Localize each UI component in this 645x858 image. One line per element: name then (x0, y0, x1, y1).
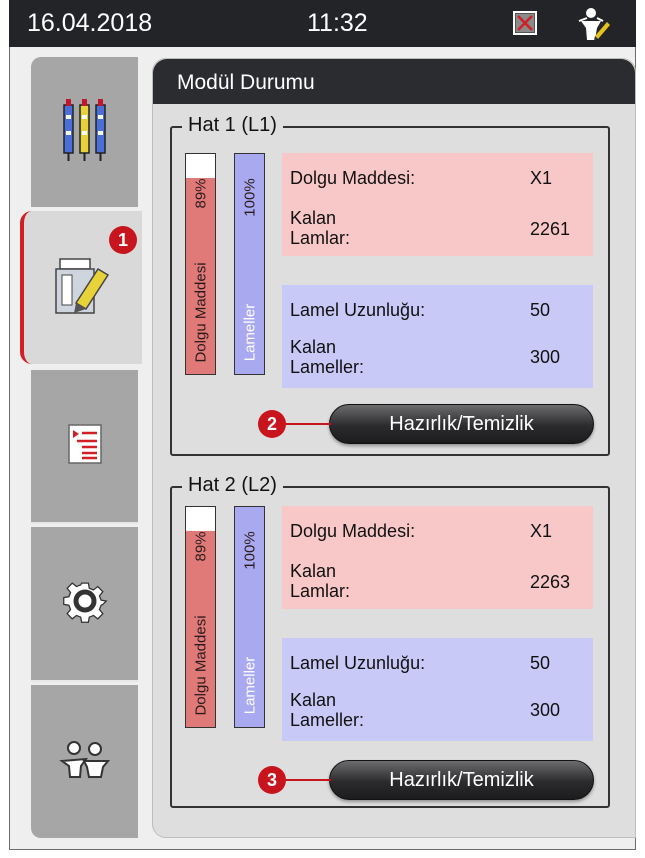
line-1-remaining-coverslips-label-1: Kalan (290, 337, 337, 357)
status-bar: 16.04.2018 11:32 (9, 0, 636, 47)
line-2-coverslip-length-value: 50 (530, 653, 551, 673)
line-1-coverslip-length-value: 50 (530, 300, 551, 320)
line-2-remaining-coverslips-label-1: Kalan (290, 690, 337, 710)
reagent-vials-icon (60, 97, 110, 168)
status-time: 11:32 (307, 9, 368, 37)
line-1-title: Hat 1 (L1) (182, 114, 283, 137)
callout-3: 3 (258, 766, 286, 794)
user-group-icon (58, 739, 111, 784)
line-1-coverslip-info: Lamel Uzunluğu: 50 Kalan Lameller: 300 (282, 285, 593, 388)
sidebar-item-settings[interactable] (31, 527, 138, 680)
line-1-mounting-medium-label: Dolgu Maddesi: (290, 168, 416, 188)
sidebar-divider (31, 522, 138, 524)
callout-1: 1 (109, 226, 137, 254)
line-1-remaining-slides-value: 2261 (530, 219, 571, 239)
line-2-remaining-slides-label-2: Lamlar: (290, 581, 351, 601)
panel-title: Modül Durumu (153, 59, 635, 104)
line-2-coverslip-bar: 100% Lameller (234, 506, 265, 728)
line-1-remaining-slides-label-2: Lamlar: (290, 228, 351, 248)
line-1-mounting-info: Dolgu Maddesi: X1 Kalan Lamlar: 2261 (282, 153, 593, 256)
line-2-coverslip-info: Lamel Uzunluğu: 50 Kalan Lameller: 300 (282, 638, 593, 741)
callout-2: 2 (258, 410, 286, 438)
line-1-prepare-clean-button[interactable]: Hazırlık/Temizlik (329, 404, 594, 444)
line-2-coverslip-length-label: Lamel Uzunluğu: (290, 653, 426, 673)
line-2-coverslip-label: Lameller (241, 656, 258, 715)
gear-icon (62, 578, 108, 629)
line-1-remaining-coverslips-label-2: Lameller: (290, 357, 365, 377)
line-2-remaining-coverslips-label-2: Lameller: (290, 710, 365, 730)
line-2-prepare-clean-button[interactable]: Hazırlık/Temizlik (329, 760, 594, 800)
callout-2-line (285, 423, 331, 425)
sidebar-divider (31, 680, 138, 682)
user-edit-icon[interactable] (575, 6, 611, 47)
sidebar-item-users[interactable] (31, 685, 138, 838)
line-1-coverslip-length-label: Lamel Uzunluğu: (290, 300, 426, 320)
line-1-mounting-percent: 89% (192, 178, 209, 209)
line-2-remaining-slides-label-1: Kalan (290, 561, 337, 581)
sidebar-item-reagents[interactable] (31, 57, 138, 207)
line-2-mounting-percent: 89% (192, 531, 209, 562)
line-2-remaining-coverslips-value: 300 (530, 700, 561, 720)
line-1-mounting-medium-value: X1 (530, 168, 553, 188)
line-2-title: Hat 2 (L2) (182, 474, 283, 497)
line-1-coverslip-percent: 100% (241, 178, 258, 217)
error-status-icon[interactable] (513, 11, 537, 35)
line-2-mounting-medium-value: X1 (530, 521, 553, 541)
program-list-icon (67, 423, 102, 469)
line-2-mounting-info: Dolgu Maddesi: X1 Kalan Lamlar: 2263 (282, 506, 593, 609)
line-1-remaining-coverslips-value: 300 (530, 347, 561, 367)
line-1-coverslip-bar: 100% Lameller (234, 153, 265, 375)
sidebar-item-programs[interactable] (31, 370, 138, 522)
line-2-mounting-medium-bar: 89% Dolgu Maddesi (185, 506, 216, 728)
line-2-mounting-medium-label: Dolgu Maddesi: (290, 521, 416, 541)
status-date: 16.04.2018 (27, 9, 153, 37)
callout-3-line (285, 779, 331, 781)
line-2-remaining-slides-value: 2263 (530, 572, 571, 592)
line-1-mounting-label: Dolgu Maddesi (192, 262, 209, 363)
line-2-coverslip-percent: 100% (241, 531, 258, 570)
module-status-icon (54, 255, 112, 320)
line-2-mounting-label: Dolgu Maddesi (192, 615, 209, 716)
line-1-mounting-medium-bar: 89% Dolgu Maddesi (185, 153, 216, 375)
line-1-coverslip-label: Lameller (241, 303, 258, 362)
line-1-remaining-slides-label-1: Kalan (290, 208, 337, 228)
